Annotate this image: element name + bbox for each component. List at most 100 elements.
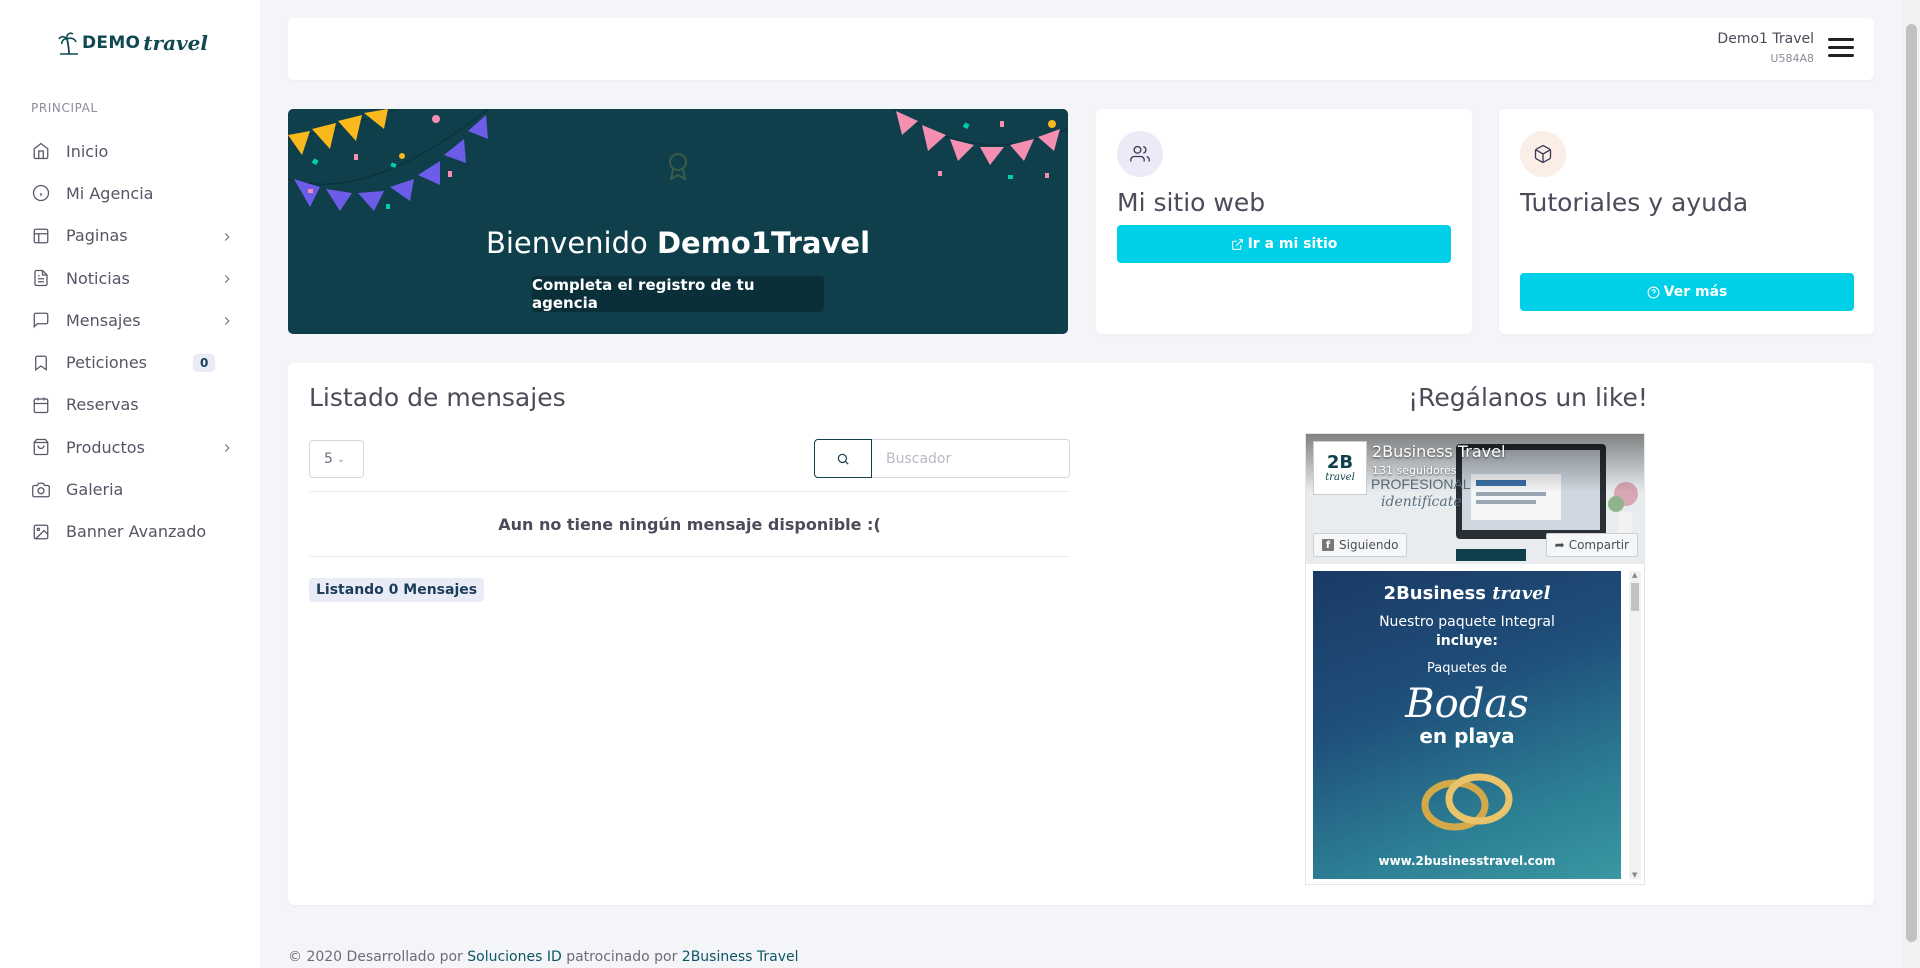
sidebar-item-reservas[interactable]: Reservas [0,384,260,426]
per-page-select[interactable]: 5 ⌄ [309,440,364,478]
help-circle-icon [1647,286,1660,298]
post-url: www.2businesstravel.com [1378,854,1556,868]
sidebar-item-banner-avanzado[interactable]: Banner Avanzado [0,511,260,553]
user-code: U584A8 [1770,52,1814,65]
search-group [814,439,1070,478]
box-icon [1520,131,1566,177]
help-card-title: Tutoriales y ayuda [1520,188,1749,217]
facebook-cover-image[interactable]: PROFESIONAL identifícate 2B travel 2Busi… [1306,434,1644,564]
chevron-right-icon [220,440,234,454]
footer-prefix: © 2020 Desarrollado por [288,949,463,965]
peticiones-count-badge: 0 [193,353,216,372]
sidebar-item-label: Paginas [66,226,128,246]
scroll-up-arrow-icon: ▲ [1632,571,1638,579]
avatar-logo-text: 2B [1326,451,1354,473]
post-line-3: Paquetes de [1427,661,1507,676]
message-square-icon [31,310,51,330]
sidebar-item-inicio[interactable]: Inicio [0,130,260,172]
scrollbar-thumb[interactable] [1631,583,1639,611]
sidebar-item-label: Mensajes [66,310,141,330]
post-brand-script: travel [1492,583,1551,604]
following-label: Siguiendo [1339,538,1399,552]
avatar-logo-script: travel [1325,471,1355,483]
sidebar-item-label: Peticiones [66,353,147,373]
sidebar-item-label: Banner Avanzado [66,522,207,542]
search-icon [837,453,849,465]
post-brand: 2Business travel [1313,583,1621,604]
chevron-right-icon [220,313,234,327]
search-button[interactable] [814,439,872,478]
table-top-divider [309,491,1070,492]
like-title: ¡Regálanos un like! [1408,383,1648,412]
top-bar: Demo1 Travel U584A8 [288,18,1874,80]
sidebar-item-label: Noticias [66,268,130,288]
footer-link-soluciones-id[interactable]: Soluciones ID [467,949,562,965]
post-script-text: Bodas [1405,681,1529,727]
post-line-1-text: Nuestro paquete Integral [1379,614,1555,630]
chevron-down-icon: ⌄ [336,453,346,465]
window-scrollbar-thumb[interactable] [1906,24,1917,942]
brand-logo[interactable]: DEMO travel [58,28,208,58]
sidebar-item-label: Inicio [66,141,109,161]
welcome-agency-name: Demo1Travel [656,226,871,260]
share-icon: ➦ [1554,538,1565,552]
sidebar-item-label: Galeria [66,480,124,500]
sidebar-item-galeria[interactable]: Galeria [0,468,260,510]
post-line-4: en playa [1419,724,1515,748]
facebook-feed-scrollbar[interactable]: ▲ ▼ [1629,571,1641,879]
per-page-value: 5 [324,451,333,467]
user-name[interactable]: Demo1 Travel [1717,31,1814,47]
sidebar-item-mensajes[interactable]: Mensajes [0,299,260,341]
sidebar-item-mi-agencia[interactable]: Mi Agencia [0,172,260,214]
layout-icon [31,226,51,246]
sidebar: DEMO travel PRINCIPAL Inicio Mi Agencia … [0,0,260,968]
sidebar-nav: Inicio Mi Agencia Paginas Noticias Mensa… [0,130,260,553]
website-card: Mi sitio web Ir a mi sitio [1096,109,1472,334]
complete-registration-button[interactable]: Completa el registro de tu agencia [532,276,824,312]
facebook-icon: f [1322,539,1334,551]
scroll-down-arrow-icon: ▼ [1632,871,1638,879]
info-icon [31,183,51,203]
table-bottom-divider [309,556,1070,557]
messages-count-badge: Listando 0 Mensajes [309,578,485,602]
facebook-post-image[interactable]: 2Business travel Nuestro paquete Integra… [1313,571,1621,879]
facebook-following-button[interactable]: f Siguiendo [1313,533,1408,557]
welcome-banner: Bienvenido Demo1Travel Completa el regis… [288,109,1068,334]
sidebar-item-paginas[interactable]: Paginas [0,215,260,257]
messages-panel: Listado de mensajes 5 ⌄ Aun no tiene nin… [288,363,1874,905]
facebook-page-avatar[interactable]: 2B travel [1313,441,1367,495]
facebook-page-name[interactable]: 2Business Travel [1372,442,1505,461]
calendar-icon [31,395,51,415]
sidebar-item-productos[interactable]: Productos [0,426,260,468]
nav-section-label: PRINCIPAL [31,101,98,115]
home-icon [31,141,51,161]
camera-icon [31,480,51,500]
footer: © 2020 Desarrollado por Soluciones ID pa… [288,949,799,965]
footer-middle: patrocinado por [566,949,678,965]
users-icon [1117,131,1163,177]
facebook-page-widget: PROFESIONAL identifícate 2B travel 2Busi… [1305,433,1645,885]
facebook-share-button[interactable]: ➦ Compartir [1545,533,1638,557]
palm-tree-icon [58,32,78,55]
chevron-right-icon [220,229,234,243]
external-link-icon [1231,238,1243,250]
chevron-right-icon [220,271,234,285]
search-input[interactable] [872,439,1070,478]
see-more-button[interactable]: Ver más [1520,273,1854,311]
brand-script: travel [143,31,208,55]
website-card-title: Mi sitio web [1117,188,1266,217]
menu-icon[interactable] [1828,38,1854,58]
welcome-title: Bienvenido Demo1Travel [288,226,1068,260]
footer-link-2business-travel[interactable]: 2Business Travel [682,949,799,965]
go-to-site-button[interactable]: Ir a mi sitio [1117,225,1451,263]
see-more-label: Ver más [1663,284,1728,300]
sidebar-item-label: Mi Agencia [66,183,154,203]
window-scrollbar[interactable] [1903,0,1920,968]
welcome-greeting: Bienvenido [485,226,648,260]
help-card: Tutoriales y ayuda Ver más [1499,109,1874,334]
sidebar-item-label: Productos [66,437,145,457]
sidebar-item-label: Reservas [66,395,139,415]
facebook-followers: 131 seguidores [1372,464,1457,477]
sidebar-item-peticiones[interactable]: Peticiones 0 [0,341,260,383]
sidebar-item-noticias[interactable]: Noticias [0,257,260,299]
